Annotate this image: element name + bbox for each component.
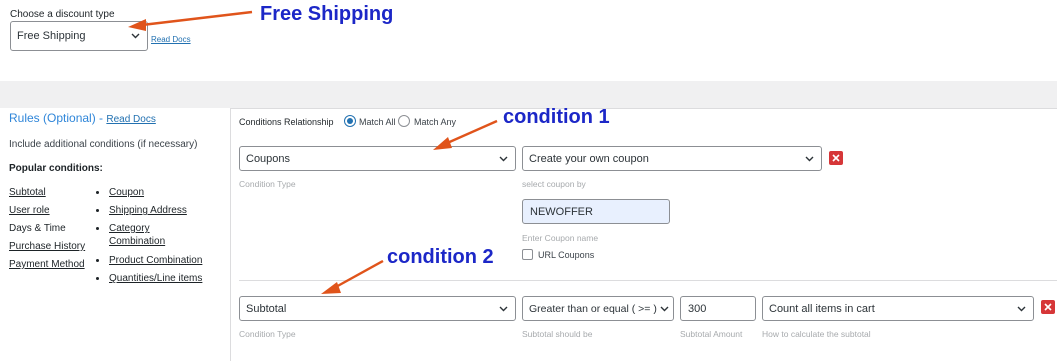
annotation-arrows	[128, 10, 498, 294]
arrow-free-shipping	[141, 10, 253, 27]
arrow-condition-1	[444, 119, 498, 146]
arrowhead-condition-1	[433, 137, 452, 150]
arrow-condition-2	[333, 259, 384, 290]
arrowhead-free-shipping	[128, 19, 146, 31]
arrowhead-condition-2	[321, 282, 341, 294]
